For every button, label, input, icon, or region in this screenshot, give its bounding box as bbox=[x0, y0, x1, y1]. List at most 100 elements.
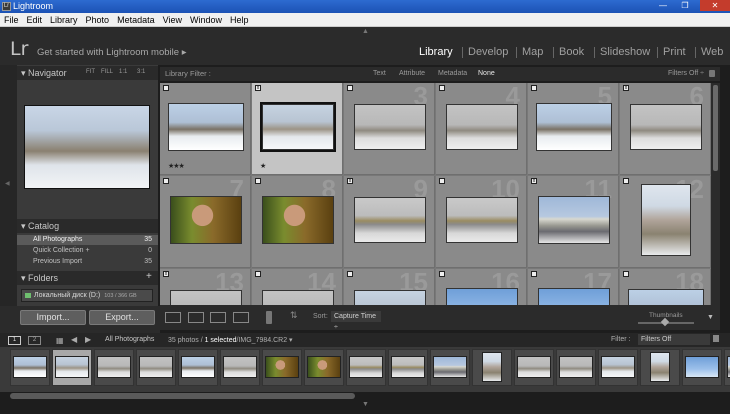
thumbnail-image[interactable] bbox=[446, 288, 518, 305]
menu-item-library[interactable]: Library bbox=[46, 13, 82, 27]
thumbnail-image[interactable] bbox=[354, 197, 426, 243]
add-folder-icon[interactable]: + bbox=[146, 271, 152, 282]
nav-option-1to1[interactable]: 1:1 bbox=[119, 69, 127, 75]
filmstrip-thumbnail[interactable] bbox=[265, 356, 299, 378]
module-book[interactable]: Book bbox=[559, 46, 584, 58]
nav-option-fill[interactable]: FILL bbox=[101, 69, 113, 75]
grid-view-icon[interactable] bbox=[165, 312, 181, 323]
grid-cell[interactable]: 15 bbox=[344, 267, 435, 305]
toolbar-menu-icon[interactable]: ▼ bbox=[707, 314, 714, 321]
filmstrip-frame[interactable] bbox=[598, 349, 638, 386]
back-arrow-icon[interactable]: ◀ bbox=[71, 335, 77, 344]
filmstrip-frame[interactable] bbox=[724, 349, 730, 386]
filmstrip-frame[interactable] bbox=[472, 349, 512, 386]
filmstrip-thumbnail[interactable] bbox=[559, 356, 593, 378]
star-rating[interactable]: ★ bbox=[260, 162, 266, 170]
grid-cell[interactable]: x ★ bbox=[252, 83, 343, 175]
filmstrip-frame[interactable] bbox=[556, 349, 596, 386]
filmstrip-frame[interactable] bbox=[640, 349, 680, 386]
filmstrip-frame[interactable] bbox=[10, 349, 50, 386]
filmstrip-frame[interactable] bbox=[514, 349, 554, 386]
module-library[interactable]: Library bbox=[419, 46, 453, 58]
module-develop[interactable]: Develop bbox=[468, 46, 508, 58]
filmstrip-thumbnail[interactable] bbox=[517, 356, 551, 378]
rejected-flag-icon[interactable]: x bbox=[531, 178, 537, 184]
grid-cell[interactable]: 16 bbox=[436, 267, 527, 305]
filter-tab-none[interactable]: None bbox=[478, 67, 495, 81]
thumbnail-size-slider[interactable] bbox=[638, 317, 694, 327]
thumbnail-image[interactable] bbox=[641, 184, 691, 256]
module-web[interactable]: Web bbox=[701, 46, 723, 58]
flag-icon[interactable] bbox=[623, 271, 629, 277]
filmstrip-filter-select[interactable]: Filters Off bbox=[638, 334, 710, 345]
filmstrip-frame[interactable] bbox=[262, 349, 302, 386]
grid-cell[interactable]: 18 bbox=[620, 267, 711, 305]
module-map[interactable]: Map bbox=[522, 46, 543, 58]
flag-icon[interactable] bbox=[255, 178, 261, 184]
menu-item-help[interactable]: Help bbox=[226, 13, 253, 27]
thumbnail-image[interactable] bbox=[538, 196, 610, 244]
module-print[interactable]: Print bbox=[663, 46, 686, 58]
flag-icon[interactable] bbox=[439, 178, 445, 184]
thumbnail-image[interactable] bbox=[170, 290, 242, 305]
grid-cell[interactable]: 13 x bbox=[160, 267, 251, 305]
grid-cell[interactable]: 8 bbox=[252, 174, 343, 268]
thumbnail-image[interactable] bbox=[168, 103, 244, 151]
flag-icon[interactable] bbox=[347, 85, 353, 91]
menu-item-view[interactable]: View bbox=[159, 13, 186, 27]
filename[interactable]: /IMG_7984.CR2 ▾ bbox=[237, 337, 293, 344]
filmstrip-thumbnail[interactable] bbox=[307, 356, 341, 378]
thumbnail-image[interactable] bbox=[262, 290, 334, 305]
filter-tab-text[interactable]: Text bbox=[373, 67, 386, 81]
filmstrip-thumbnail[interactable] bbox=[55, 356, 89, 378]
thumbnail-image[interactable] bbox=[354, 290, 426, 305]
thumbnail-image[interactable] bbox=[260, 102, 336, 152]
grid-cell[interactable]: 5 bbox=[528, 83, 619, 175]
catalog-header[interactable]: ▾ Catalog bbox=[17, 219, 158, 233]
catalog-row-quick[interactable]: Quick Collection + 0 bbox=[17, 246, 158, 256]
window-1-button[interactable]: 1 bbox=[8, 336, 21, 345]
filmstrip-thumbnail[interactable] bbox=[391, 356, 425, 378]
menu-item-file[interactable]: File bbox=[0, 13, 23, 27]
lock-icon[interactable] bbox=[709, 70, 715, 77]
sort-select[interactable]: Capture Time ÷ bbox=[331, 311, 381, 331]
filter-tab-attribute[interactable]: Attribute bbox=[399, 67, 425, 81]
catalog-row-all[interactable]: All Photographs 35 bbox=[17, 235, 158, 245]
grid-cell[interactable]: 11 x bbox=[528, 174, 619, 268]
filmstrip-frame[interactable] bbox=[430, 349, 470, 386]
rejected-flag-icon[interactable]: x bbox=[347, 178, 353, 184]
filmstrip-thumbnail[interactable] bbox=[482, 352, 502, 382]
grid-cell[interactable]: 9x bbox=[344, 174, 435, 268]
filmstrip-frame[interactable] bbox=[388, 349, 428, 386]
compare-view-icon[interactable] bbox=[210, 312, 226, 323]
nav-option-fit[interactable]: FIT bbox=[86, 69, 95, 75]
flag-icon[interactable] bbox=[163, 178, 169, 184]
window-2-button[interactable]: 2 bbox=[28, 336, 41, 345]
navigator-preview[interactable] bbox=[24, 105, 150, 189]
nav-option-3to1[interactable]: 3:1 bbox=[137, 69, 145, 75]
flag-icon[interactable] bbox=[439, 85, 445, 91]
flag-icon[interactable] bbox=[163, 85, 169, 91]
thumbnail-image[interactable] bbox=[354, 104, 426, 150]
flag-icon[interactable] bbox=[623, 178, 629, 184]
menu-item-photo[interactable]: Photo bbox=[82, 13, 114, 27]
scroll-thumb[interactable] bbox=[713, 85, 718, 171]
folders-header[interactable]: ▾ Folders bbox=[17, 271, 158, 285]
filmstrip-frame[interactable] bbox=[682, 349, 722, 386]
minimize-button[interactable]: — bbox=[656, 0, 670, 11]
grid-cell[interactable]: 14 bbox=[252, 267, 343, 305]
filmstrip-frame[interactable] bbox=[220, 349, 260, 386]
filter-lock-icon[interactable] bbox=[713, 335, 719, 342]
flag-icon[interactable] bbox=[347, 271, 353, 277]
flag-icon[interactable] bbox=[531, 85, 537, 91]
filmstrip-thumbnail[interactable] bbox=[433, 356, 467, 378]
filmstrip-thumbnail[interactable] bbox=[685, 356, 719, 378]
menu-item-window[interactable]: Window bbox=[186, 13, 226, 27]
collapse-left-icon[interactable]: ◀ bbox=[5, 180, 10, 187]
thumbnail-image[interactable] bbox=[170, 196, 242, 244]
filmstrip-frame[interactable] bbox=[52, 349, 92, 386]
grid-cell[interactable]: 6x bbox=[620, 83, 711, 175]
grid-scrollbar[interactable] bbox=[711, 83, 720, 305]
maximize-button[interactable]: ❐ bbox=[678, 0, 692, 11]
flag-icon[interactable] bbox=[531, 271, 537, 277]
